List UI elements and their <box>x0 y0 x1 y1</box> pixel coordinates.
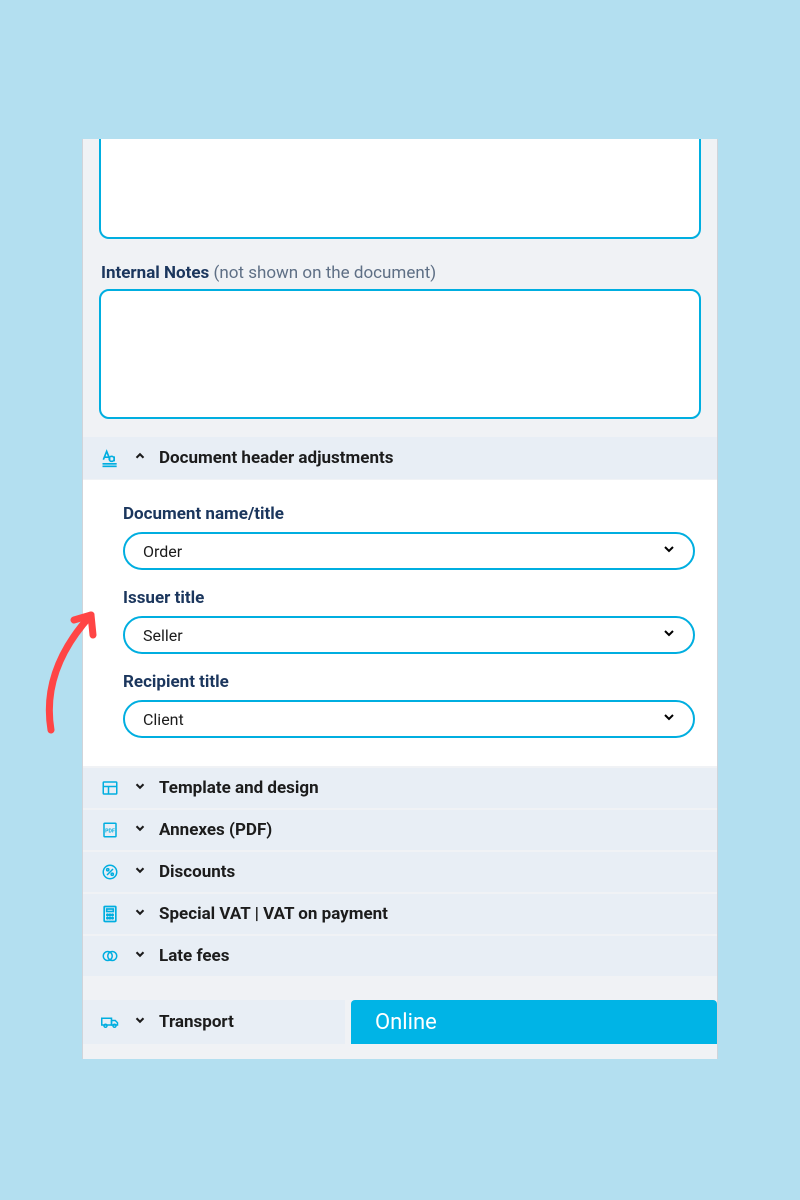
template-icon <box>99 778 121 798</box>
recipient-title-select[interactable]: Client <box>123 700 695 738</box>
select-value: Order <box>143 542 182 561</box>
chevron-down-icon <box>133 1012 147 1032</box>
notes-textarea-upper[interactable] <box>99 139 701 239</box>
section-discounts[interactable]: Discounts <box>83 850 717 892</box>
section-body-adjustments: Document name/title Order Issuer title S… <box>83 480 717 766</box>
calculator-icon <box>99 904 121 924</box>
section-vat[interactable]: Special VAT | VAT on payment <box>83 892 717 934</box>
chevron-down-icon <box>133 862 147 882</box>
section-label: Special VAT | VAT on payment <box>159 904 388 924</box>
section-late-fees[interactable]: Late fees <box>83 934 717 976</box>
chevron-down-icon <box>133 904 147 924</box>
online-tab[interactable]: Online <box>351 1000 717 1044</box>
chevron-down-icon <box>661 625 677 645</box>
bottom-row: Transport Online <box>83 1000 717 1044</box>
internal-notes-textarea[interactable] <box>99 289 701 419</box>
select-value: Client <box>143 710 184 729</box>
recipient-title-label: Recipient title <box>123 672 695 692</box>
chevron-down-icon <box>133 820 147 840</box>
select-value: Seller <box>143 626 183 645</box>
chevron-down-icon <box>661 541 677 561</box>
issuer-title-label: Issuer title <box>123 588 695 608</box>
settings-panel: Internal Notes (not shown on the documen… <box>82 139 718 1059</box>
chevron-up-icon <box>133 448 147 468</box>
discount-icon <box>99 862 121 882</box>
internal-notes-label: Internal Notes (not shown on the documen… <box>83 239 717 289</box>
chevron-down-icon <box>133 946 147 966</box>
label-hint: (not shown on the document) <box>214 263 437 283</box>
section-label: Transport <box>159 1012 234 1032</box>
section-annexes[interactable]: PDF Annexes (PDF) <box>83 808 717 850</box>
section-label: Late fees <box>159 946 229 966</box>
section-label: Template and design <box>159 778 319 798</box>
document-title-label: Document name/title <box>123 504 695 524</box>
document-title-select[interactable]: Order <box>123 532 695 570</box>
tab-label: Online <box>375 1010 437 1035</box>
section-template[interactable]: Template and design <box>83 766 717 808</box>
svg-text:PDF: PDF <box>105 828 115 834</box>
section-title: Document header adjustments <box>159 448 393 468</box>
section-header-adjustments[interactable]: Document header adjustments <box>83 437 717 480</box>
font-format-icon <box>99 447 121 469</box>
money-icon <box>99 946 121 966</box>
pdf-icon: PDF <box>99 820 121 840</box>
truck-icon <box>99 1012 121 1032</box>
label-text: Internal Notes <box>101 263 209 283</box>
chevron-down-icon <box>133 778 147 798</box>
issuer-title-select[interactable]: Seller <box>123 616 695 654</box>
section-label: Discounts <box>159 862 235 882</box>
section-transport[interactable]: Transport <box>83 1000 345 1044</box>
chevron-down-icon <box>661 709 677 729</box>
section-label: Annexes (PDF) <box>159 820 272 840</box>
